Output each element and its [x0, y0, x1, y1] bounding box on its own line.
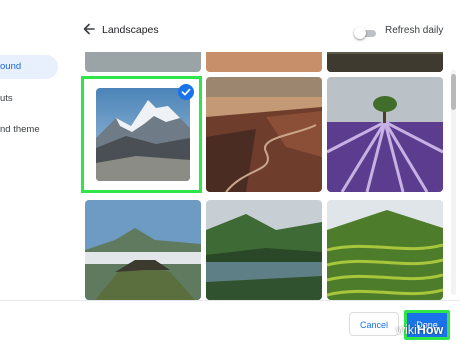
sidebar-item-label: uts: [0, 93, 13, 104]
check-icon: [178, 84, 194, 100]
sidebar-item-label: ound: [0, 61, 22, 72]
watermark: wikiHow: [396, 323, 443, 337]
image-tile-top-3[interactable]: [327, 52, 443, 72]
arrow-left-icon[interactable]: [82, 22, 96, 36]
image-tile-desert-canyon-road[interactable]: [206, 77, 322, 192]
watermark-part1: wiki: [396, 323, 417, 337]
dialog-header: Landscapes Refresh daily: [66, 0, 460, 50]
sidebar-item-shortcuts[interactable]: uts: [0, 87, 13, 111]
image-tile-top-2[interactable]: [206, 52, 322, 72]
sidebar-item-background[interactable]: ound: [0, 55, 58, 79]
sidebar-item-label: nd theme: [0, 124, 40, 135]
dialog-footer: Cancel Done: [0, 300, 460, 346]
sidebar: ound uts nd theme: [0, 0, 66, 345]
cancel-button[interactable]: Cancel: [349, 312, 399, 336]
watermark-part2: How: [416, 323, 444, 337]
scrollbar[interactable]: [451, 70, 456, 295]
image-tile-rice-terraces[interactable]: [327, 200, 443, 300]
image-tile-volcano-crater-clouds[interactable]: [85, 200, 201, 300]
image-tile-lavender-field-tree[interactable]: [327, 77, 443, 192]
background-dialog: ound uts nd theme Landscapes Refresh dai…: [0, 0, 460, 346]
page-title: Landscapes: [102, 24, 159, 36]
refresh-daily-label: Refresh daily: [385, 25, 444, 36]
refresh-daily-toggle[interactable]: [354, 27, 378, 39]
image-tile-river-valley-hills[interactable]: [206, 200, 322, 300]
scrollbar-thumb[interactable]: [451, 74, 456, 110]
toggle-knob: [354, 27, 366, 39]
image-tile-top-1[interactable]: [85, 52, 201, 72]
sidebar-item-color-and-theme[interactable]: nd theme: [0, 118, 40, 142]
